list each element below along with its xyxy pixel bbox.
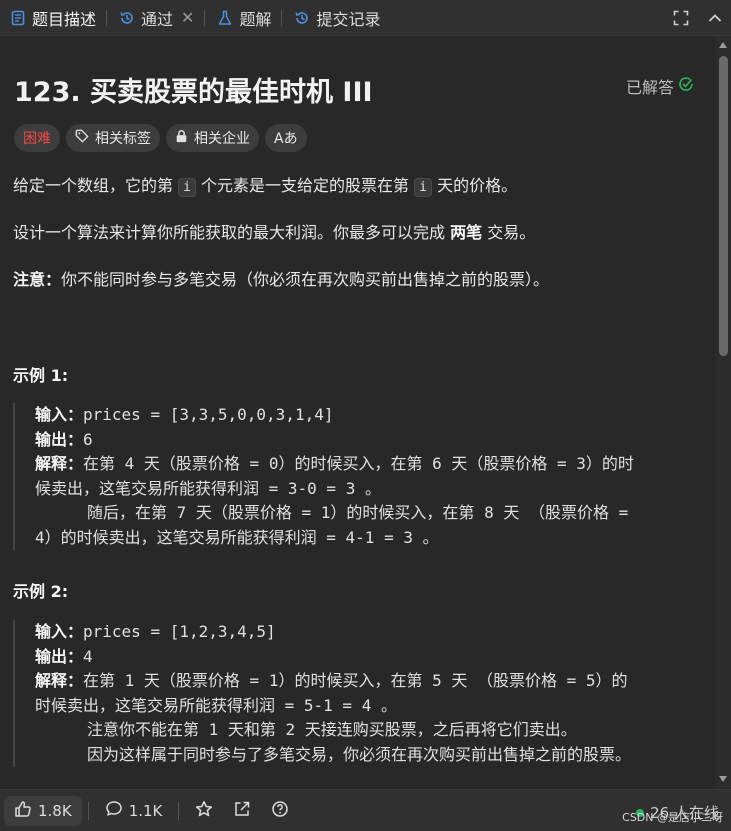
- description-paragraph-1: 给定一个数组，它的第 i 个元素是一支给定的股票在第 i 天的价格。: [13, 174, 517, 200]
- question-icon: [271, 800, 289, 822]
- chevron-up-icon[interactable]: [707, 10, 723, 26]
- text: 个元素是一支给定的股票在第: [201, 176, 410, 195]
- related-companies-button[interactable]: 相关企业: [166, 124, 259, 152]
- related-companies-label: 相关企业: [194, 131, 250, 147]
- input-label: 输入：: [35, 405, 84, 424]
- example-output: 输出：6: [35, 428, 673, 453]
- comments-button[interactable]: 1.1K: [95, 796, 173, 826]
- footer-divider: [178, 801, 180, 820]
- example-explanation: 解释：在第 4 天（股票价格 = 0）的时候买入，在第 6 天（股票价格 = 3…: [35, 452, 673, 477]
- inline-code: i: [414, 178, 432, 197]
- lock-icon: [175, 129, 188, 147]
- tab-description[interactable]: 题目描述: [0, 0, 104, 36]
- explain-line: 随后，在第 7 天（股票价格 = 1）的时候买入，在第 8 天 （股票价格 =: [87, 503, 629, 522]
- scroll-up-arrow[interactable]: [719, 42, 727, 48]
- input-value: prices = [1,2,3,4,5]: [83, 622, 276, 641]
- example-output: 输出：4: [35, 645, 673, 670]
- note-label: 注意：: [13, 270, 62, 289]
- text: 给定一个数组，它的第: [13, 176, 174, 195]
- tab-actions: [673, 0, 723, 36]
- problem-title: 123. 买卖股票的最佳时机 III: [14, 77, 373, 108]
- comment-icon: [105, 800, 123, 822]
- check-circle-icon: [678, 76, 694, 96]
- tab-label: 题解: [239, 9, 272, 29]
- explain-line: 在第 1 天（股票价格 = 1）的时候买入，在第 5 天 （股票价格 = 5）的: [83, 671, 628, 690]
- tab-label: 通过: [141, 9, 174, 29]
- scroll-down-arrow[interactable]: [719, 776, 727, 782]
- input-label: 输入：: [35, 622, 84, 641]
- input-value: prices = [3,3,5,0,0,3,1,4]: [83, 405, 334, 424]
- example-input: 输入：prices = [3,3,5,0,0,3,1,4]: [35, 403, 673, 428]
- watermark: CSDN @是店小二呀: [622, 811, 723, 824]
- comment-count: 1.1K: [128, 801, 163, 820]
- explain-label: 解释：: [35, 671, 84, 690]
- example-2-block: 输入：prices = [1,2,3,4,5] 输出：4 解释：在第 1 天（股…: [13, 620, 673, 767]
- solved-label: 已解答: [625, 78, 674, 97]
- explain-line: 候卖出，这笔交易所能获得利润 = 3-0 = 3 。: [35, 478, 381, 498]
- footer-divider: [87, 801, 89, 820]
- history-icon: [119, 10, 135, 26]
- explain-line: 时候卖出，这笔交易所能获得利润 = 5-1 = 4 。: [35, 695, 397, 715]
- related-tags-button[interactable]: 相关标签: [66, 124, 160, 152]
- fullscreen-icon[interactable]: [673, 10, 689, 26]
- explain-line: 4）的时候卖出，这笔交易所能获得利润 = 4-1 = 3 。: [35, 527, 439, 547]
- difficulty-badge: 困难: [14, 124, 60, 152]
- tab-label: 题目描述: [32, 9, 97, 29]
- tab-label: 提交记录: [316, 9, 381, 29]
- history-icon: [294, 10, 310, 26]
- translate-icon: Aあ: [274, 131, 298, 147]
- tab-submissions[interactable]: 提交记录: [284, 0, 388, 36]
- description-note: 注意：你不能同时参与多笔交易（你必须在再次购买前出售掉之前的股票）。: [13, 268, 549, 292]
- text: 天的价格。: [437, 176, 518, 195]
- tag-icon: [75, 129, 89, 147]
- close-icon[interactable]: ✕: [181, 8, 194, 27]
- explain-label: 解释：: [35, 454, 84, 473]
- tab-solutions[interactable]: 题解: [207, 0, 279, 36]
- explain-line: 在第 4 天（股票价格 = 0）的时候买入，在第 6 天（股票价格 = 3）的时: [83, 454, 634, 473]
- text: 交易。: [487, 223, 536, 242]
- like-count: 1.8K: [38, 801, 72, 820]
- problem-description-panel: 123. 买卖股票的最佳时机 III 已解答 困难 相关标签 相关企业 Aあ 给…: [0, 36, 716, 788]
- example-1-title: 示例 1:: [13, 366, 69, 385]
- tab-bar: 题目描述 通过 ✕ 题解 提交记录: [0, 0, 731, 36]
- example-input: 输入：prices = [1,2,3,4,5]: [35, 620, 673, 645]
- scrollbar-thumb[interactable]: [719, 56, 728, 356]
- tab-divider: [204, 9, 206, 26]
- translate-button[interactable]: Aあ: [265, 124, 307, 152]
- tag-row: 困难 相关标签 相关企业 Aあ: [14, 124, 307, 152]
- tab-passed[interactable]: 通过 ✕: [109, 0, 202, 36]
- output-value: 6: [83, 429, 93, 449]
- footer-toolbar: 1.8K 1.1K 26 人在线 CSDN @是店小二呀: [0, 789, 731, 831]
- tab-divider: [281, 9, 283, 26]
- tab-divider: [106, 9, 108, 26]
- vertical-scrollbar[interactable]: [716, 36, 731, 788]
- share-button[interactable]: [223, 796, 261, 826]
- example-1-block: 输入：prices = [3,3,5,0,0,3,1,4] 输出：6 解释：在第…: [13, 403, 673, 550]
- text: 设计一个算法来计算你所能获取的最大利润。你最多可以完成: [13, 223, 446, 242]
- star-icon: [195, 800, 213, 822]
- share-icon: [233, 800, 251, 822]
- favorite-button[interactable]: [185, 796, 223, 826]
- related-tags-label: 相关标签: [95, 131, 151, 147]
- explain-line: 因为这样属于同时参与了多笔交易，你必须在再次购买前出售掉之前的股票。: [87, 744, 632, 764]
- output-label: 输出：: [35, 646, 84, 666]
- example-explanation: 解释：在第 1 天（股票价格 = 1）的时候买入，在第 5 天 （股票价格 = …: [35, 669, 673, 694]
- inline-code: i: [178, 178, 196, 197]
- help-button[interactable]: [261, 796, 299, 826]
- description-paragraph-2: 设计一个算法来计算你所能获取的最大利润。你最多可以完成 两笔 交易。: [13, 221, 535, 245]
- note-text: 你不能同时参与多笔交易（你必须在再次购买前出售掉之前的股票）。: [61, 270, 550, 289]
- bold-text: 两笔: [450, 223, 483, 242]
- document-icon: [10, 10, 26, 26]
- example-2-title: 示例 2:: [13, 582, 69, 601]
- solved-status: 已解答: [626, 74, 694, 98]
- thumbs-up-icon: [14, 800, 32, 822]
- like-button[interactable]: 1.8K: [4, 795, 82, 826]
- explain-line: 注意你不能在第 1 天和第 2 天接连购买股票，之后再将它们卖出。: [87, 720, 577, 739]
- output-value: 4: [83, 646, 93, 666]
- flask-icon: [217, 10, 233, 26]
- output-label: 输出：: [35, 429, 84, 449]
